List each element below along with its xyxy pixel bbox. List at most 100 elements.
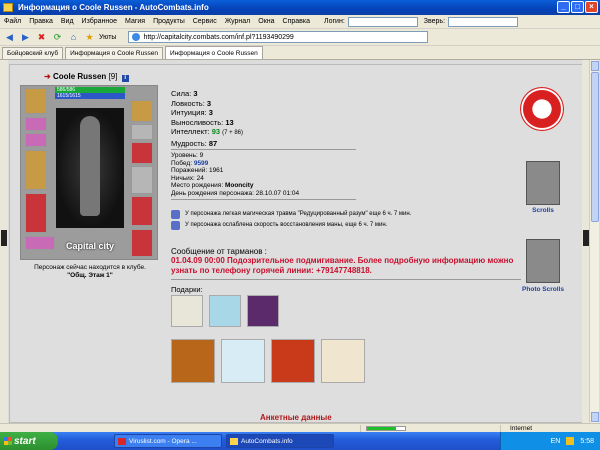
login-field: Логин: (324, 16, 418, 27)
stat-row: Ловкость: 3 (171, 98, 212, 108)
detail-row: Ничьих: 24 (171, 174, 204, 182)
stat-row: Интеллект: 93 (7 + 86) (171, 127, 244, 136)
menu-help[interactable]: Справка (283, 18, 310, 25)
location-line-2: "Общ. Этаж 1" (67, 272, 113, 279)
weapon-left-slot[interactable] (25, 150, 47, 190)
detail-row: Место рождения: Mooncity (171, 182, 254, 190)
menu-magic[interactable]: Магия (125, 18, 145, 25)
gift-item[interactable] (247, 295, 279, 327)
stop-icon[interactable]: ✖ (35, 31, 48, 44)
menu-bar: Файл Правка Вид Избранное Магия Продукты… (0, 15, 600, 29)
trauma-icon[interactable] (171, 210, 180, 219)
character-doll: 586/586 1615/1615 Capital city (20, 85, 158, 260)
character-figure[interactable] (56, 108, 124, 228)
address-bar[interactable]: http://capitalcity.combats.com/inf.pl?11… (128, 31, 429, 43)
taskbar: start Viruslist.com - Opera ... AutoComb… (0, 432, 600, 450)
zone-label: Internet (510, 425, 533, 432)
divider (171, 279, 521, 280)
pointer-icon: ➜ (44, 72, 51, 81)
favorites-icon[interactable]: ★ (83, 31, 96, 44)
message-title: Сообщение от тарманов : (171, 247, 267, 256)
window-title: Информация о Coole Russen - AutoCombats.… (18, 3, 209, 12)
task-autocombats[interactable]: AutoCombats.info (226, 434, 334, 448)
gift-item[interactable] (171, 295, 203, 327)
home-icon[interactable]: ⌂ (67, 31, 80, 44)
toolbar: ◀ ▶ ✖ ⟳ ⌂ ★ Уюты http://capitalcity.comb… (0, 29, 600, 46)
beast-input[interactable] (448, 16, 519, 27)
gloves-slot[interactable] (131, 142, 153, 164)
scroll-thumb[interactable] (591, 72, 599, 222)
mp-bar: 1615/1615 (55, 93, 125, 99)
detail-row: Поражений: 1961 (171, 167, 224, 175)
windows-logo-icon (4, 437, 12, 445)
armor-slot[interactable] (25, 193, 47, 233)
menu-favorites[interactable]: Избранное (82, 18, 117, 25)
refresh-icon[interactable]: ⟳ (51, 31, 64, 44)
detail-row: День рождения персонажа: 28.10.07 01:04 (171, 189, 300, 197)
clock: 5:58 (580, 437, 594, 445)
forward-icon[interactable]: ▶ (19, 31, 32, 44)
menu-journal[interactable]: Журнал (225, 18, 251, 25)
gift-item[interactable] (221, 339, 265, 383)
bracer-slot[interactable] (131, 100, 153, 122)
back-icon[interactable]: ◀ (3, 31, 16, 44)
gift-item[interactable] (271, 339, 315, 383)
favorites-label[interactable]: Уюты (99, 34, 116, 41)
scroll-down-button[interactable] (591, 412, 599, 422)
scroll-up-button[interactable] (591, 61, 599, 71)
stat-row: Выносливость: 13 (171, 117, 234, 127)
tab-info-1[interactable]: Информация о Coole Russen (65, 47, 163, 59)
clan-badge-icon[interactable] (520, 87, 564, 131)
tab-club[interactable]: Бойцовский клуб (2, 47, 64, 59)
start-button[interactable]: start (0, 432, 58, 450)
message-text: 01.04.09 00:00 Подозрительное подмигиван… (171, 256, 514, 275)
gift-item[interactable] (171, 339, 215, 383)
weapon-right-slot[interactable] (131, 166, 153, 194)
earrings-slot[interactable] (25, 117, 47, 131)
effects-list: У персонажа легкая магическая травма "Ре… (171, 209, 411, 231)
scrolls-label[interactable]: Scrolls (510, 207, 576, 214)
address-text: http://capitalcity.combats.com/inf.pl?11… (143, 33, 294, 41)
effect-row: У персонажа ослаблена скорость восстанов… (171, 220, 411, 231)
left-panel-toggle[interactable] (0, 60, 8, 423)
menu-edit[interactable]: Правка (29, 18, 53, 25)
amulet-slot[interactable] (25, 133, 47, 147)
info-icon[interactable]: i (121, 75, 129, 82)
effect-row: У персонажа легкая магическая травма "Ре… (171, 209, 411, 220)
gift-item[interactable] (321, 339, 365, 383)
boots-slot[interactable] (131, 229, 153, 257)
language-indicator[interactable]: EN (551, 438, 561, 445)
stats-list: Сила: 3 Ловкость: 3 Интуиция: 3 Вынослив… (171, 89, 243, 148)
tab-info-2[interactable]: Информация о Coole Russen (164, 46, 263, 59)
helmet-slot[interactable] (25, 88, 47, 114)
minimize-button[interactable]: _ (557, 1, 570, 13)
character-level: [9] (108, 72, 118, 81)
task-opera[interactable]: Viruslist.com - Opera ... (114, 434, 222, 448)
close-button[interactable]: × (585, 1, 598, 13)
status-bar: Internet (0, 423, 600, 432)
photo-scrolls-icon[interactable] (526, 239, 560, 283)
tray-icon[interactable] (566, 437, 575, 445)
location-line-1: Персонаж сейчас находится в клубе. (34, 264, 146, 271)
mana-debuff-icon[interactable] (171, 221, 180, 230)
shield-empty-slot[interactable] (131, 124, 153, 140)
menu-file[interactable]: Файл (4, 18, 21, 25)
menu-windows[interactable]: Окна (258, 18, 274, 25)
maximize-button[interactable]: □ (571, 1, 584, 13)
gifts-title: Подарки: (171, 285, 203, 294)
menu-products[interactable]: Продукты (153, 18, 185, 25)
gift-item[interactable] (209, 295, 241, 327)
belt-slot[interactable] (25, 236, 55, 250)
details-list: Уровень: 9 Побед: 9599 Поражений: 1961 Н… (171, 152, 299, 198)
vertical-scrollbar[interactable] (589, 60, 599, 423)
menu-view[interactable]: Вид (61, 18, 74, 25)
scrolls-icon[interactable] (526, 161, 560, 205)
menu-tools[interactable]: Сервис (193, 18, 217, 25)
profile-heading: Анкетные данные (260, 413, 332, 422)
city-name: Capital city (65, 241, 114, 251)
app-icon (3, 3, 13, 12)
login-input[interactable] (347, 16, 418, 27)
photo-scrolls-label[interactable]: Photo Scrolls (510, 286, 576, 293)
legs-slot[interactable] (131, 196, 153, 226)
login-label: Логин: (324, 18, 345, 25)
